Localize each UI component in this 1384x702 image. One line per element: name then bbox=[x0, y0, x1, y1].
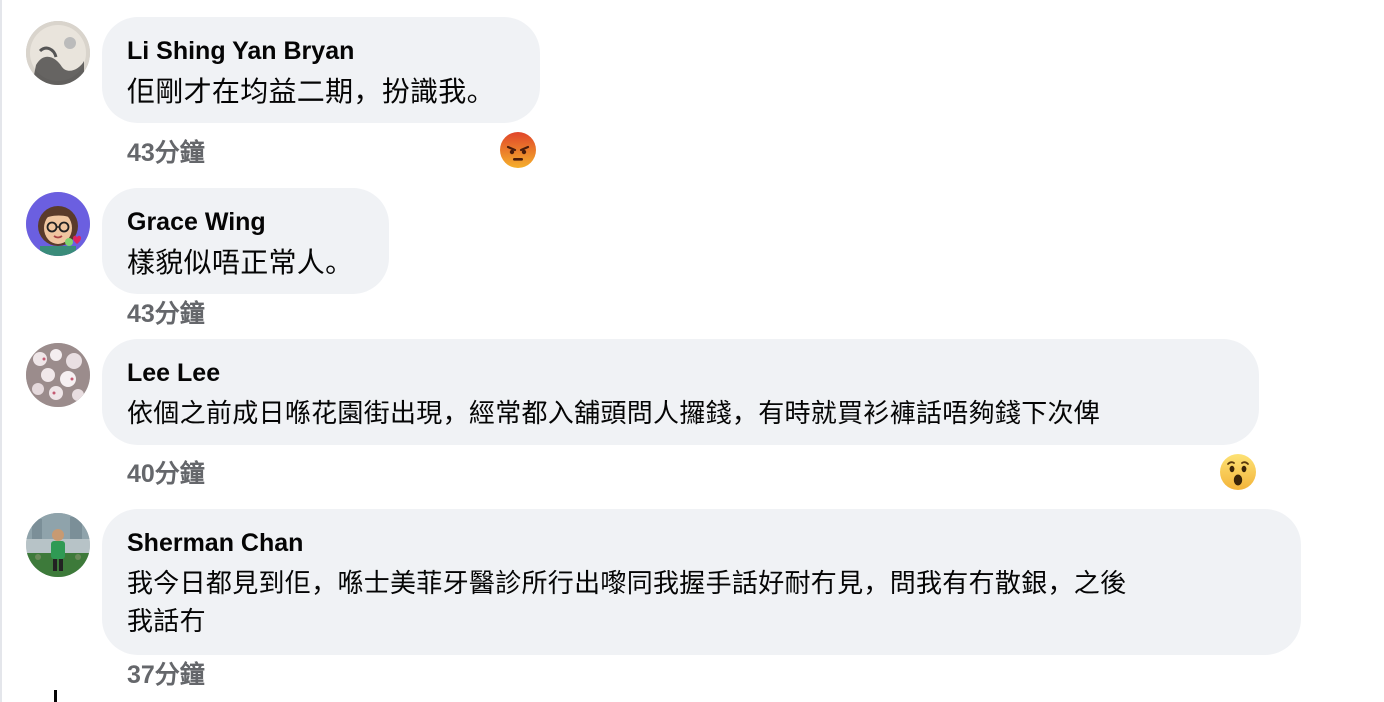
comment-author[interactable]: Sherman Chan bbox=[127, 527, 1276, 559]
comment-bubble: Sherman Chan 我今日都見到佢，喺士美菲牙醫診所行出嚟同我握手話好耐冇… bbox=[102, 509, 1301, 655]
comment-text: 樣貌似唔正常人。 bbox=[127, 246, 354, 279]
comment-timestamp[interactable]: 43分鐘 bbox=[127, 138, 205, 168]
comment-author[interactable]: Lee Lee bbox=[127, 357, 1234, 389]
thread-divider bbox=[0, 0, 2, 702]
comment-author[interactable]: Grace Wing bbox=[127, 206, 364, 238]
comment-text: 依個之前成日喺花園街出現，經常都入舖頭問人攞錢，有時就買衫褲話唔夠錢下次俾 bbox=[127, 399, 1101, 429]
comment-timestamp[interactable]: 37分鐘 bbox=[127, 660, 205, 690]
comment-timestamp[interactable]: 40分鐘 bbox=[127, 459, 205, 489]
avatar[interactable] bbox=[26, 343, 90, 407]
comment-author[interactable]: Li Shing Yan Bryan bbox=[127, 35, 515, 67]
avatar-image bbox=[26, 21, 90, 85]
avatar-image bbox=[26, 192, 90, 256]
comment-text: 佢剛才在均益二期，扮識我。 bbox=[127, 75, 495, 108]
wow-emoji-icon[interactable] bbox=[1219, 453, 1257, 491]
avatar-image bbox=[26, 513, 90, 577]
comment-text: 我今日都見到佢，喺士美菲牙醫診所行出嚟同我握手話好耐冇見，問我有冇散銀，之後 我… bbox=[127, 565, 1276, 641]
avatar-image bbox=[26, 343, 90, 407]
comment-text-line: 我今日都見到佢，喺士美菲牙醫診所行出嚟同我握手話好耐冇見，問我有冇散銀，之後 bbox=[127, 569, 1127, 599]
comment-bubble: Li Shing Yan Bryan 佢剛才在均益二期，扮識我。 bbox=[102, 17, 540, 123]
comment-bubble: Lee Lee 依個之前成日喺花園街出現，經常都入舖頭問人攞錢，有時就買衫褲話唔… bbox=[102, 339, 1259, 445]
comment-text-line: 我話冇 bbox=[127, 607, 206, 637]
avatar[interactable] bbox=[26, 192, 90, 256]
avatar[interactable] bbox=[26, 21, 90, 85]
comment-bubble: Grace Wing 樣貌似唔正常人。 bbox=[102, 188, 389, 294]
angry-emoji-icon[interactable] bbox=[499, 131, 537, 169]
avatar[interactable] bbox=[26, 513, 90, 577]
comment-timestamp[interactable]: 43分鐘 bbox=[127, 299, 205, 329]
cursor-mark bbox=[54, 690, 57, 702]
